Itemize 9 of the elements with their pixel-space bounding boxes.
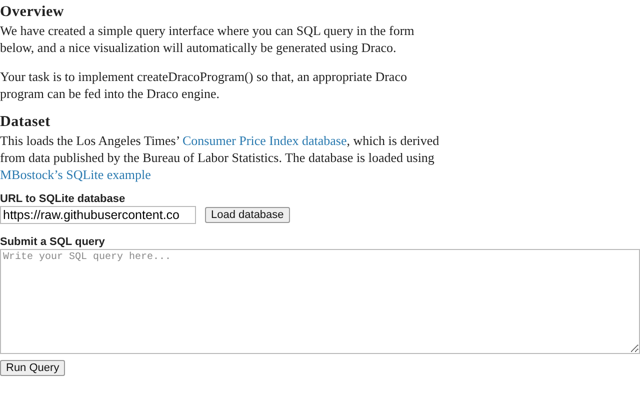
section-heading: Dataset: [0, 113, 52, 132]
text-link[interactable]: Consumer Price Index database: [182, 133, 347, 148]
paragraph: Your task is to implement createDracoProgram() so that, an appropriate Draco program can be fed into the Draco engine.: [0, 68, 408, 102]
paragraph: This loads the Los Angeles Times’ Consumer Price Index database, which is derived from data published by the Bureau of Labor Statistics. The database is loaded using MBostock’s SQLite example: [0, 132, 440, 183]
field-label: URL to SQLite database: [0, 193, 126, 206]
section-heading: Overview: [0, 3, 66, 22]
field-label: Submit a SQL query: [0, 236, 106, 249]
text-link[interactable]: MBostock’s SQLite example: [0, 167, 151, 182]
paragraph: We have created a simple query interface where you can SQL query in the form below, and a nice visualization will automatically be generated using Draco.: [0, 22, 416, 56]
